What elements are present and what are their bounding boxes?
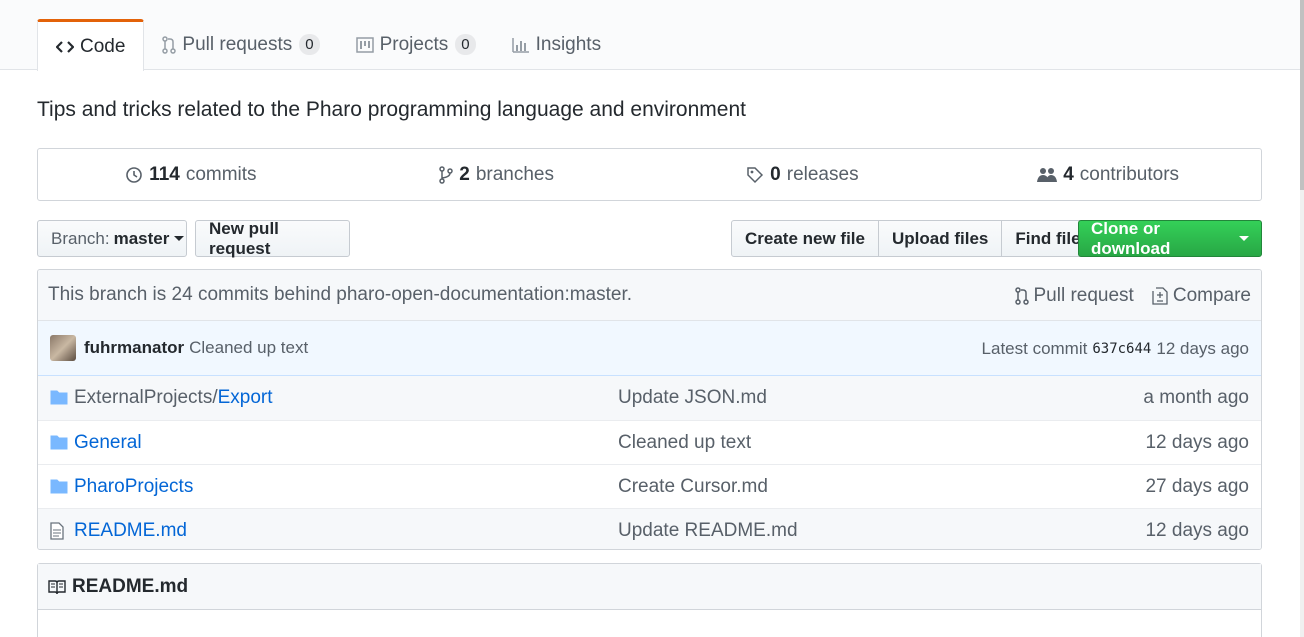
file-commit-message[interactable]: Update JSON.md — [618, 387, 767, 409]
upload-files-button[interactable]: Upload files — [878, 220, 1003, 257]
history-icon — [125, 166, 143, 184]
file-age: 27 days ago — [1145, 475, 1249, 497]
releases-count: 0 — [770, 163, 781, 185]
tab-insights[interactable]: Insights — [494, 19, 619, 70]
tab-projects-label: Projects — [379, 33, 449, 55]
branch-infobar: This branch is 24 commits behind pharo-o… — [38, 270, 1261, 321]
file-commit-message[interactable]: Create Cursor.md — [618, 476, 768, 498]
file-path-prefix: ExternalProjects/ — [74, 387, 218, 408]
commit-sha[interactable]: 637c644 — [1092, 341, 1151, 357]
commits-label: commits — [185, 163, 257, 185]
code-icon — [56, 40, 74, 54]
folder-icon — [50, 389, 68, 405]
tab-code[interactable]: Code — [37, 19, 145, 71]
caret-down-icon — [1239, 236, 1249, 241]
tab-insights-label: Insights — [535, 33, 602, 55]
branches-link[interactable]: 2 branches — [344, 164, 650, 186]
commit-author[interactable]: fuhrmanator — [84, 338, 184, 358]
clone-or-download-label: Clone or download — [1091, 218, 1171, 258]
project-icon — [355, 36, 374, 53]
file-name-link[interactable]: General — [74, 432, 142, 454]
compare-label: Compare — [1172, 284, 1251, 306]
git-branch-icon — [439, 165, 453, 184]
file-name-link[interactable]: PharoProjects — [74, 476, 193, 498]
latest-commit-info: Latest commit 637c644 12 days ago — [982, 321, 1249, 376]
git-pull-request-icon — [1014, 286, 1029, 305]
branch-name: master — [113, 228, 170, 248]
scrollbar[interactable] — [1300, 0, 1304, 637]
readme-title: README.md — [72, 575, 189, 597]
contributors-link[interactable]: 4 contributors — [955, 164, 1261, 186]
pull-requests-counter: 0 — [299, 34, 320, 55]
repo-nav-tabs: Code Pull requests 0 Projects 0 Insights — [37, 19, 619, 71]
new-pull-request-button[interactable]: New pull request — [195, 219, 350, 258]
readme-header: README.md — [38, 564, 1261, 610]
tab-pull-requests-label: Pull requests — [182, 33, 293, 55]
git-pull-request-icon — [162, 35, 177, 54]
caret-down-icon — [174, 236, 185, 241]
branch-prefix: Branch: — [51, 228, 110, 248]
scrollbar-thumb[interactable] — [1300, 0, 1304, 190]
branch-status-text: This branch is 24 commits behind pharo-o… — [48, 284, 633, 305]
repo-header: Code Pull requests 0 Projects 0 Insights — [0, 0, 1300, 71]
tab-pull-requests[interactable]: Pull requests 0 — [144, 19, 337, 70]
table-row: PharoProjects Create Cursor.md 27 days a… — [38, 464, 1261, 508]
file-navigation: This branch is 24 commits behind pharo-o… — [37, 269, 1262, 550]
graph-icon — [511, 37, 530, 53]
file-actions-group: Create new file Upload files Find file — [731, 220, 1095, 257]
create-new-file-button[interactable]: Create new file — [731, 220, 879, 257]
folder-icon — [50, 478, 68, 494]
branches-label: branches — [475, 163, 554, 185]
commits-count: 114 — [149, 163, 180, 185]
pull-request-label: Pull request — [1033, 284, 1134, 306]
table-row: General Cleaned up text 12 days ago — [38, 420, 1261, 464]
releases-label: releases — [786, 163, 859, 185]
repo-description: Tips and tricks related to the Pharo pro… — [37, 98, 746, 121]
commit-age: 12 days ago — [1156, 338, 1249, 358]
clone-or-download-button[interactable]: Clone or download — [1078, 218, 1262, 258]
latest-commit-bar: fuhrmanator Cleaned up text Latest commi… — [38, 321, 1261, 376]
file-text-icon — [50, 522, 64, 540]
pull-request-link[interactable]: Pull request — [1014, 284, 1134, 307]
contributors-count: 4 — [1063, 163, 1074, 185]
tab-code-label: Code — [80, 35, 126, 57]
contributors-label: contributors — [1079, 163, 1180, 185]
file-commit-message[interactable]: Update README.md — [618, 520, 798, 542]
folder-icon — [50, 434, 68, 450]
numbers-summary: 114 commits 2 branches 0 releases 4 cont… — [37, 148, 1262, 201]
tab-projects[interactable]: Projects 0 — [338, 19, 494, 70]
commits-link[interactable]: 114 commits — [38, 164, 344, 186]
file-name: Export — [217, 387, 273, 408]
book-icon — [48, 579, 66, 595]
file-commit-message[interactable]: Cleaned up text — [618, 432, 751, 454]
releases-link[interactable]: 0 releases — [650, 164, 956, 186]
table-row: README.md Update README.md 12 days ago — [38, 508, 1261, 549]
compare-link[interactable]: Compare — [1152, 285, 1251, 307]
file-name-link[interactable]: ExternalProjects/Export — [74, 387, 273, 409]
branch-select-button[interactable]: Branch: master — [37, 220, 187, 257]
file-name-link[interactable]: README.md — [74, 520, 187, 542]
file-age: 12 days ago — [1145, 519, 1249, 541]
diff-icon — [1152, 286, 1168, 305]
avatar[interactable] — [50, 335, 76, 361]
organization-icon — [1037, 167, 1058, 183]
latest-commit-label: Latest commit — [981, 338, 1088, 358]
tag-icon — [746, 166, 764, 184]
file-age: a month ago — [1143, 387, 1249, 408]
commit-message[interactable]: Cleaned up text — [189, 338, 308, 358]
file-age: 12 days ago — [1145, 431, 1249, 453]
readme-panel: README.md — [37, 563, 1262, 637]
table-row: ExternalProjects/Export Update JSON.md a… — [38, 376, 1261, 420]
file-list: ExternalProjects/Export Update JSON.md a… — [38, 376, 1261, 549]
branches-count: 2 — [459, 163, 470, 185]
projects-counter: 0 — [455, 34, 476, 55]
